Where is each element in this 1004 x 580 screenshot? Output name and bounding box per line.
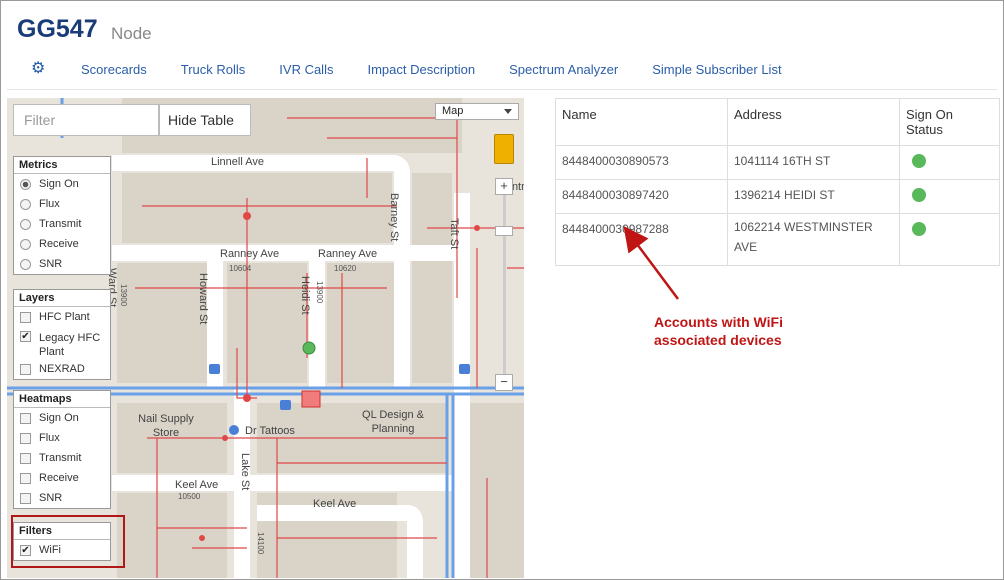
chevron-down-icon bbox=[504, 109, 512, 114]
status-online-icon bbox=[912, 188, 926, 202]
street-linnell: Linnell Ave bbox=[211, 156, 265, 168]
radio-icon[interactable] bbox=[20, 198, 31, 210]
layer-hfc-plant[interactable]: HFC Plant bbox=[14, 307, 110, 327]
cell-name: 8448400030897420 bbox=[555, 179, 728, 214]
number-14100: 14100 bbox=[256, 532, 265, 555]
nav-scorecards[interactable]: Scorecards bbox=[81, 62, 147, 77]
cell-address: 1396214 HEIDI ST bbox=[727, 179, 900, 214]
checkbox-checked-icon[interactable]: ✔ bbox=[20, 331, 31, 342]
street-lake: Lake St bbox=[239, 453, 251, 491]
street-keel-1: Keel Ave bbox=[175, 479, 219, 491]
metric-transmit[interactable]: Transmit bbox=[14, 214, 110, 234]
number-10500: 10500 bbox=[178, 492, 201, 501]
wifi-annotation: Accounts with WiFi associated devices bbox=[654, 313, 783, 349]
zoom-slider-handle[interactable] bbox=[495, 226, 513, 236]
column-header-name[interactable]: Name bbox=[555, 98, 728, 146]
annotation-line-2: associated devices bbox=[654, 332, 782, 348]
nav-impact-description[interactable]: Impact Description bbox=[367, 62, 475, 77]
cell-address: 1041114 16TH ST bbox=[727, 145, 900, 180]
map-type-value: Map bbox=[442, 105, 464, 117]
metrics-panel: Metrics Sign On Flux Transmit Receive SN… bbox=[13, 156, 111, 275]
checkbox-icon[interactable] bbox=[20, 492, 31, 504]
heatmaps-title: Heatmaps bbox=[14, 391, 110, 408]
header-divider bbox=[7, 89, 997, 90]
node-subtitle: Node bbox=[111, 24, 152, 43]
map-type-select[interactable]: Map bbox=[435, 103, 519, 120]
place-nail-supply: Nail Supply Store bbox=[138, 413, 194, 439]
metrics-title: Metrics bbox=[14, 157, 110, 174]
node-title: GG547 bbox=[17, 15, 98, 43]
street-barney: Barney St bbox=[388, 193, 400, 242]
gear-icon[interactable]: ⚙ bbox=[31, 61, 47, 77]
street-ranney-2: Ranney Ave bbox=[318, 248, 378, 260]
street-taft: Taft St bbox=[448, 218, 460, 250]
street-heidi: Heidi St bbox=[299, 276, 311, 315]
radio-icon[interactable] bbox=[20, 218, 31, 230]
radio-icon[interactable] bbox=[20, 238, 31, 250]
street-ranney-1: Ranney Ave bbox=[220, 248, 280, 260]
cell-name: 8448400030890573 bbox=[555, 145, 728, 180]
layer-legacy-hfc-plant[interactable]: ✔ Legacy HFC Plant bbox=[14, 327, 110, 359]
column-header-sign-on-status[interactable]: Sign On Status bbox=[899, 98, 1000, 146]
radio-icon[interactable] bbox=[20, 258, 31, 270]
filters-highlight-box bbox=[11, 515, 125, 568]
nav-bar: ⚙ Scorecards Truck Rolls IVR Calls Impac… bbox=[31, 59, 816, 79]
cell-status bbox=[899, 145, 1000, 180]
place-dr-tattoos: Dr Tattoos bbox=[245, 425, 295, 437]
checkbox-icon[interactable] bbox=[20, 452, 31, 464]
table-header-row: Name Address Sign On Status bbox=[555, 98, 1000, 146]
nav-ivr-calls[interactable]: IVR Calls bbox=[279, 62, 333, 77]
radio-icon[interactable] bbox=[20, 178, 31, 190]
status-online-icon bbox=[912, 154, 926, 168]
zoom-in-button[interactable]: + bbox=[495, 178, 513, 195]
metric-receive[interactable]: Receive bbox=[14, 234, 110, 254]
heatmap-flux[interactable]: Flux bbox=[14, 428, 110, 448]
table-row[interactable]: 8448400030890573 1041114 16TH ST bbox=[555, 145, 1000, 180]
number-10620: 10620 bbox=[334, 264, 357, 273]
checkbox-icon[interactable] bbox=[20, 432, 31, 444]
layers-title: Layers bbox=[14, 290, 110, 307]
hide-table-button[interactable]: Hide Table bbox=[159, 104, 251, 136]
status-online-icon bbox=[912, 222, 926, 236]
map-filter-input[interactable]: Filter bbox=[13, 104, 159, 136]
metric-flux[interactable]: Flux bbox=[14, 194, 110, 214]
table-row[interactable]: 8448400030897420 1396214 HEIDI ST bbox=[555, 179, 1000, 214]
number-13900-b: 13900 bbox=[119, 284, 128, 307]
checkbox-icon[interactable] bbox=[20, 363, 31, 375]
nav-simple-subscriber-list[interactable]: Simple Subscriber List bbox=[652, 62, 781, 77]
zoom-out-button[interactable]: − bbox=[495, 374, 513, 391]
layers-panel: Layers HFC Plant ✔ Legacy HFC Plant NEXRA… bbox=[13, 289, 111, 380]
nav-truck-rolls[interactable]: Truck Rolls bbox=[181, 62, 246, 77]
checkbox-icon[interactable] bbox=[20, 311, 31, 323]
number-13900-a: 13900 bbox=[315, 281, 324, 304]
heatmap-transmit[interactable]: Transmit bbox=[14, 448, 110, 468]
app-frame: GG547 Node ⚙ Scorecards Truck Rolls IVR … bbox=[0, 0, 1004, 580]
heatmap-snr[interactable]: SNR bbox=[14, 488, 110, 508]
checkbox-icon[interactable] bbox=[20, 412, 31, 424]
cell-address: 1062214 WESTMINSTER AVE bbox=[727, 213, 900, 266]
street-howard: Howard St bbox=[197, 273, 209, 325]
zoom-slider-track[interactable] bbox=[503, 188, 506, 378]
heatmap-sign-on[interactable]: Sign On bbox=[14, 408, 110, 428]
nav-spectrum-analyzer[interactable]: Spectrum Analyzer bbox=[509, 62, 618, 77]
cell-status bbox=[899, 179, 1000, 214]
annotation-arrow bbox=[623, 226, 680, 300]
heatmap-receive[interactable]: Receive bbox=[14, 468, 110, 488]
street-keel-2: Keel Ave bbox=[313, 498, 357, 510]
heatmaps-panel: Heatmaps Sign On Flux Transmit Receive S… bbox=[13, 390, 111, 509]
number-10604: 10604 bbox=[229, 264, 252, 273]
metric-snr[interactable]: SNR bbox=[14, 254, 110, 274]
checkbox-icon[interactable] bbox=[20, 472, 31, 484]
column-header-address[interactable]: Address bbox=[727, 98, 900, 146]
layer-nexrad[interactable]: NEXRAD bbox=[14, 359, 110, 379]
metric-sign-on[interactable]: Sign On bbox=[14, 174, 110, 194]
annotation-line-1: Accounts with WiFi bbox=[654, 314, 783, 330]
map-view[interactable]: Linnell Ave Ranney Ave Ranney Ave Barney… bbox=[7, 98, 524, 578]
cell-status bbox=[899, 213, 1000, 266]
place-ql-design: QL Design & Planning bbox=[362, 409, 424, 435]
street-view-pegman-icon[interactable] bbox=[494, 134, 514, 164]
